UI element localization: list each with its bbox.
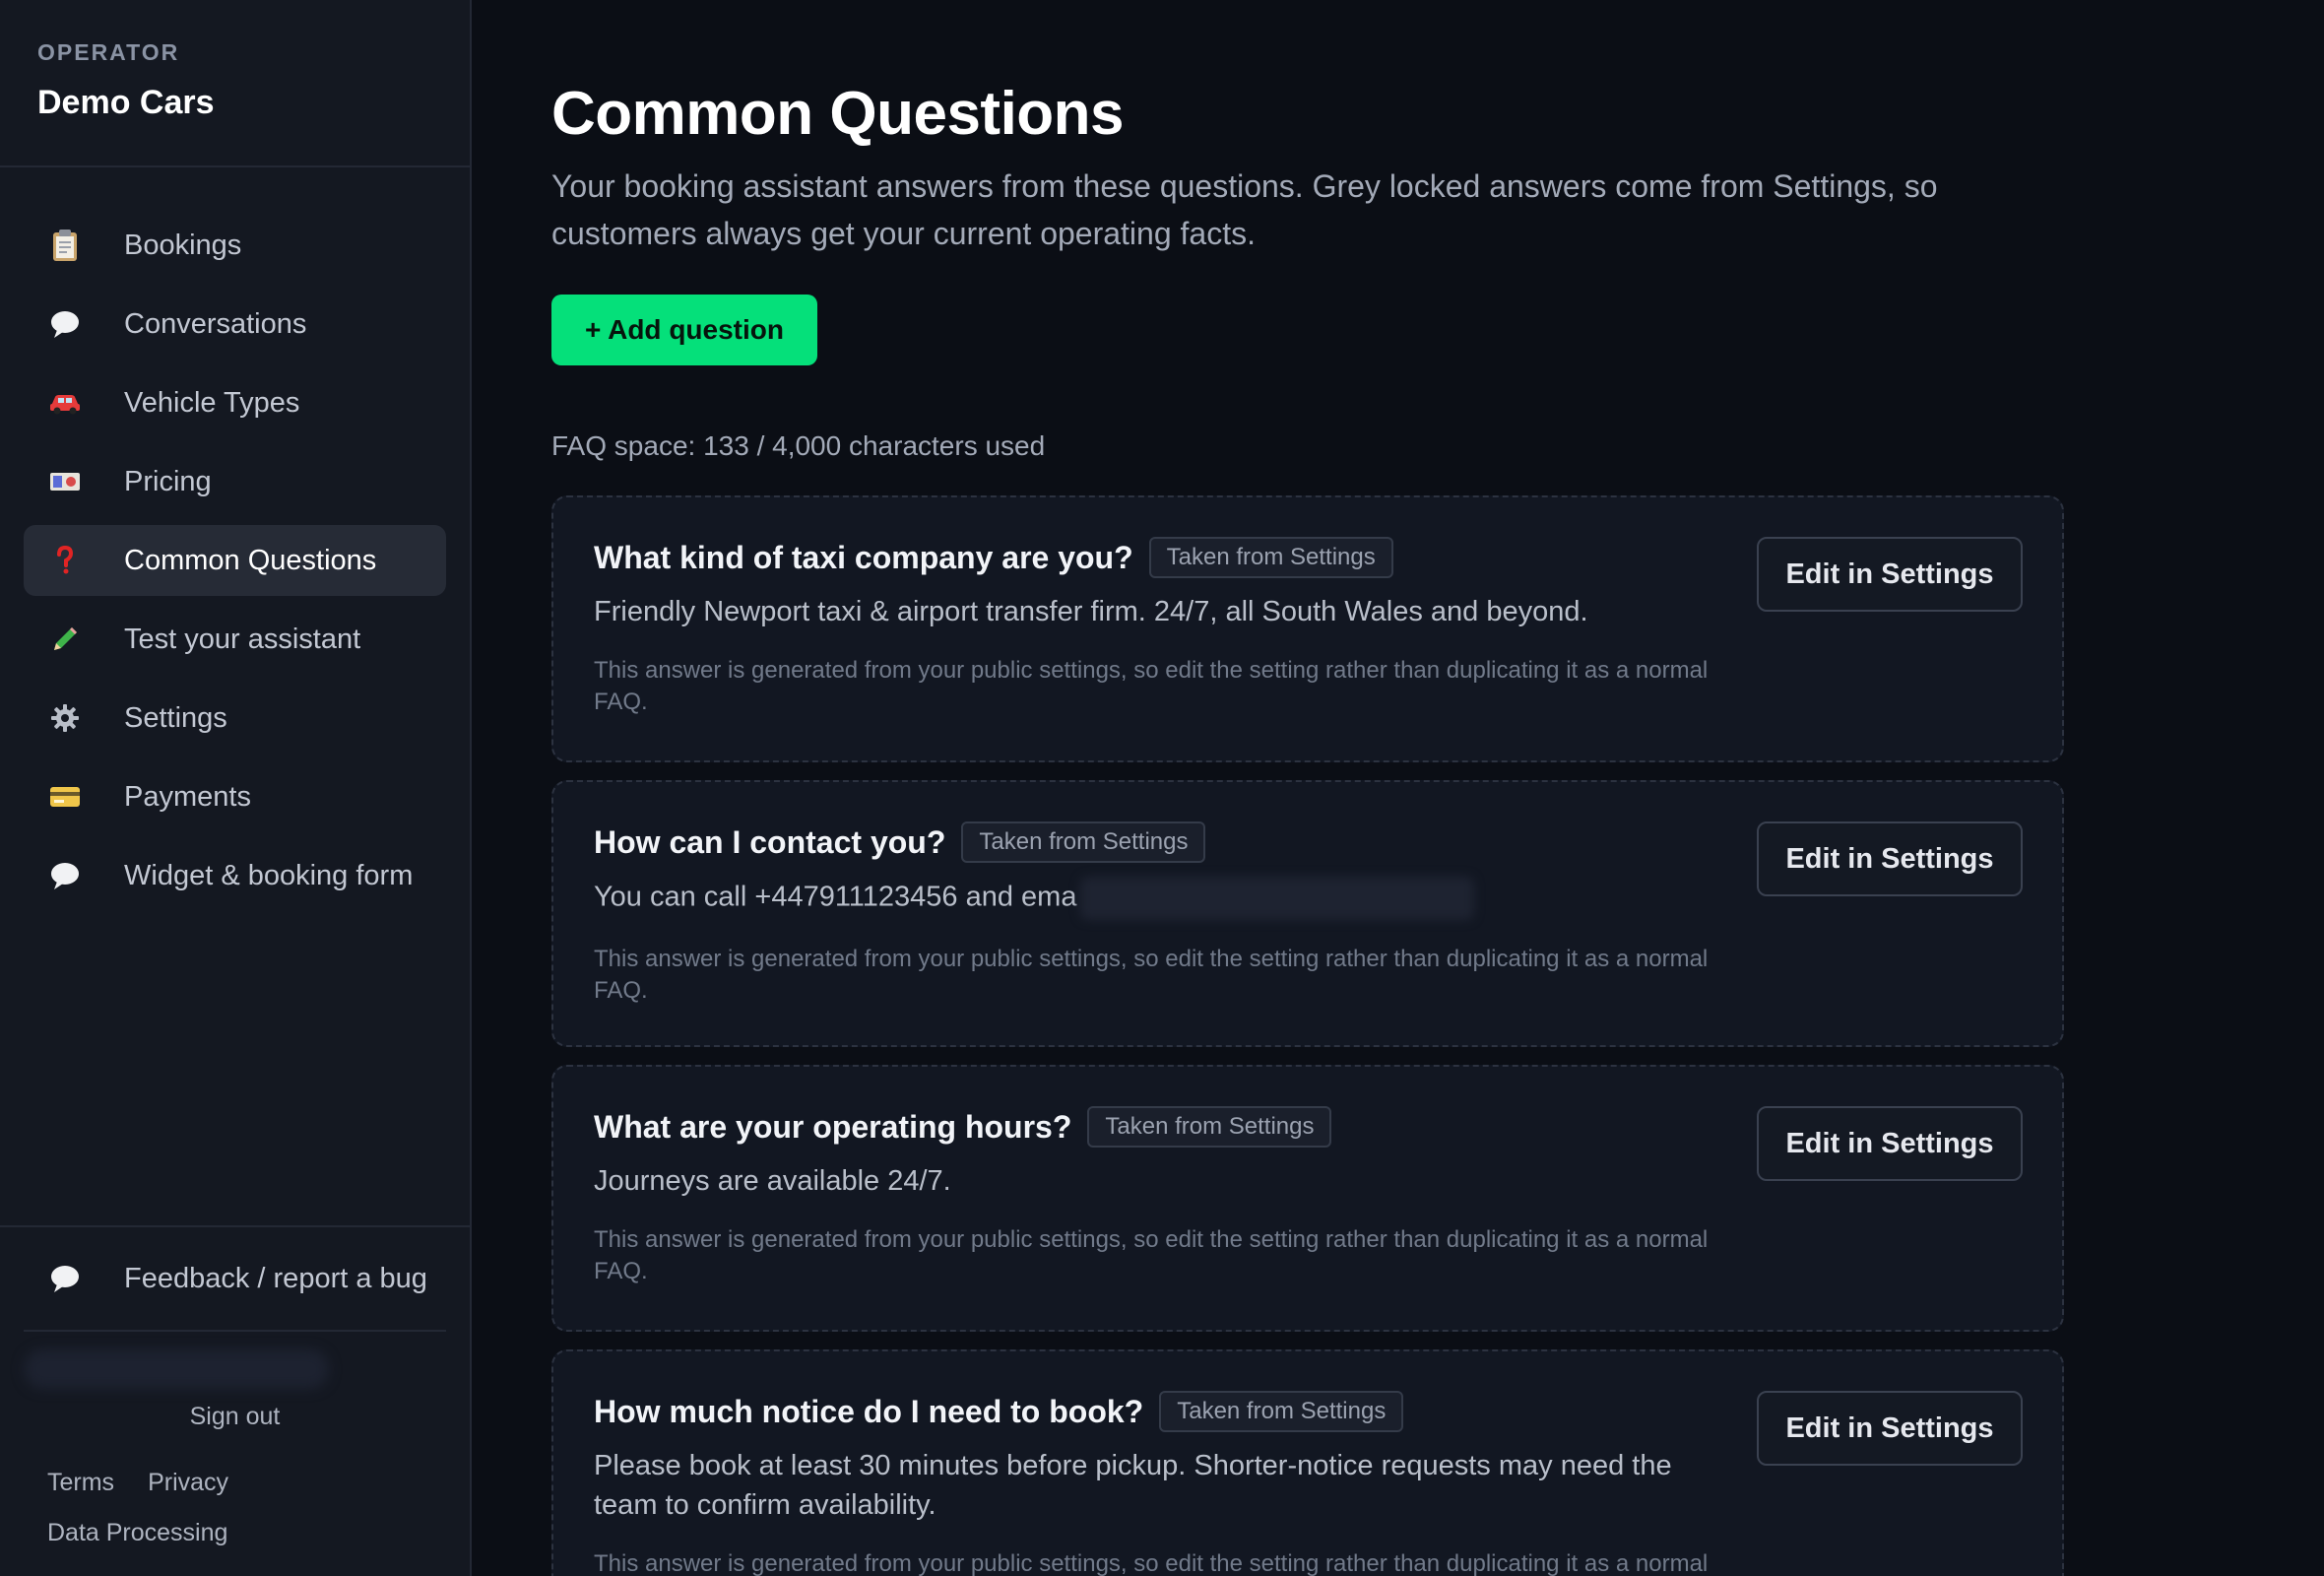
sidebar-item-label: Bookings — [124, 229, 242, 261]
sidebar-item-conversations[interactable]: Conversations — [24, 289, 446, 360]
feedback-label: Feedback / report a bug — [124, 1262, 427, 1294]
operator-name: Demo Cars — [37, 84, 215, 121]
terms-link[interactable]: Terms — [47, 1469, 114, 1497]
pencil-icon — [45, 620, 85, 659]
sidebar-item-label: Vehicle Types — [124, 386, 300, 419]
sidebar-item-label: Settings — [124, 701, 227, 734]
gear-icon — [45, 698, 85, 738]
faq-question: How can I contact you? — [594, 823, 946, 860]
speech-bubble-icon — [45, 1259, 85, 1298]
sidebar-item-label: Test your assistant — [124, 623, 361, 655]
edit-in-settings-button[interactable]: Edit in Settings — [1757, 1391, 2023, 1466]
faq-note: This answer is generated from your publi… — [594, 657, 1709, 715]
speech-bubble-icon — [45, 304, 85, 344]
sidebar-item-settings[interactable]: Settings — [24, 683, 446, 754]
sidebar-item-payments[interactable]: Payments — [24, 761, 446, 832]
page-description: Your booking assistant answers from thes… — [551, 168, 1938, 251]
sidebar-item-label: Common Questions — [124, 544, 377, 576]
page-title: Common Questions — [551, 80, 1125, 148]
sidebar-item-pricing[interactable]: Pricing — [24, 446, 446, 517]
add-question-button[interactable]: + Add question — [551, 295, 817, 365]
edit-in-settings-button[interactable]: Edit in Settings — [1757, 1106, 2023, 1181]
question-mark-icon — [45, 541, 85, 580]
sidebar-item-bookings[interactable]: Bookings — [24, 210, 446, 281]
operator-header: OPERATOR Demo Cars — [0, 0, 470, 167]
faq-answer: You can call +447911123456 and ema — [594, 877, 1716, 920]
redacted-user-email — [24, 1349, 329, 1389]
clipboard-icon — [45, 226, 85, 265]
sidebar-item-widget-booking-form[interactable]: Widget & booking form — [24, 840, 446, 911]
operator-label: OPERATOR — [37, 39, 180, 65]
legal-links: Terms Privacy Data Processing — [24, 1469, 446, 1547]
faq-card: How can I contact you? Taken from Settin… — [551, 780, 2064, 1047]
sidebar-item-label: Payments — [124, 780, 251, 813]
faq-answer: Journeys are available 24/7. — [594, 1165, 951, 1197]
faq-answer: Friendly Newport taxi & airport transfer… — [594, 596, 1588, 627]
credit-card-icon — [45, 777, 85, 817]
faq-note: This answer is generated from your publi… — [594, 946, 1709, 1004]
app-root: OPERATOR Demo Cars Bookings Conversation… — [0, 0, 2324, 1576]
taken-from-settings-badge: Taken from Settings — [1159, 1391, 1404, 1432]
sidebar-item-label: Pricing — [124, 465, 212, 497]
privacy-link[interactable]: Privacy — [148, 1469, 228, 1497]
faq-space-usage: FAQ space: 133 / 4,000 characters used — [551, 430, 1046, 461]
taken-from-settings-badge: Taken from Settings — [961, 821, 1206, 863]
sign-out-button[interactable]: Sign out — [24, 1403, 446, 1431]
faq-question: How much notice do I need to book? — [594, 1393, 1144, 1429]
taken-from-settings-badge: Taken from Settings — [1148, 537, 1393, 578]
faq-list: What kind of taxi company are you? Taken… — [551, 495, 2064, 1576]
sidebar-item-label: Widget & booking form — [124, 859, 414, 891]
faq-note: This answer is generated from your publi… — [594, 1226, 1709, 1284]
faq-question: What kind of taxi company are you? — [594, 539, 1133, 575]
taken-from-settings-badge: Taken from Settings — [1087, 1106, 1332, 1148]
faq-card: What kind of taxi company are you? Taken… — [551, 495, 2064, 762]
faq-answer-text: You can call +447911123456 and ema — [594, 881, 1077, 913]
feedback-link[interactable]: Feedback / report a bug — [24, 1227, 446, 1332]
main-content: Common Questions Your booking assistant … — [472, 0, 2324, 1576]
sidebar-footer: Feedback / report a bug Sign out Terms P… — [0, 1225, 470, 1547]
banknote-icon — [45, 462, 85, 501]
faq-card: How much notice do I need to book? Taken… — [551, 1349, 2064, 1576]
redacted-email — [1080, 877, 1475, 920]
sidebar-item-test-assistant[interactable]: Test your assistant — [24, 604, 446, 675]
sidebar: OPERATOR Demo Cars Bookings Conversation… — [0, 0, 472, 1576]
edit-in-settings-button[interactable]: Edit in Settings — [1757, 821, 2023, 896]
edit-in-settings-button[interactable]: Edit in Settings — [1757, 537, 2023, 612]
faq-card: What are your operating hours? Taken fro… — [551, 1065, 2064, 1332]
sidebar-item-vehicle-types[interactable]: Vehicle Types — [24, 367, 446, 438]
sidebar-nav: Bookings Conversations Vehicle Types Pri… — [0, 167, 470, 919]
car-icon — [45, 383, 85, 423]
sidebar-item-common-questions[interactable]: Common Questions — [24, 525, 446, 596]
faq-question: What are your operating hours? — [594, 1108, 1072, 1145]
data-processing-link[interactable]: Data Processing — [47, 1519, 446, 1547]
faq-answer: Please book at least 30 minutes before p… — [594, 1450, 1672, 1521]
speech-bubble-icon — [45, 856, 85, 895]
sidebar-item-label: Conversations — [124, 307, 307, 340]
faq-note: This answer is generated from your publi… — [594, 1550, 1709, 1576]
